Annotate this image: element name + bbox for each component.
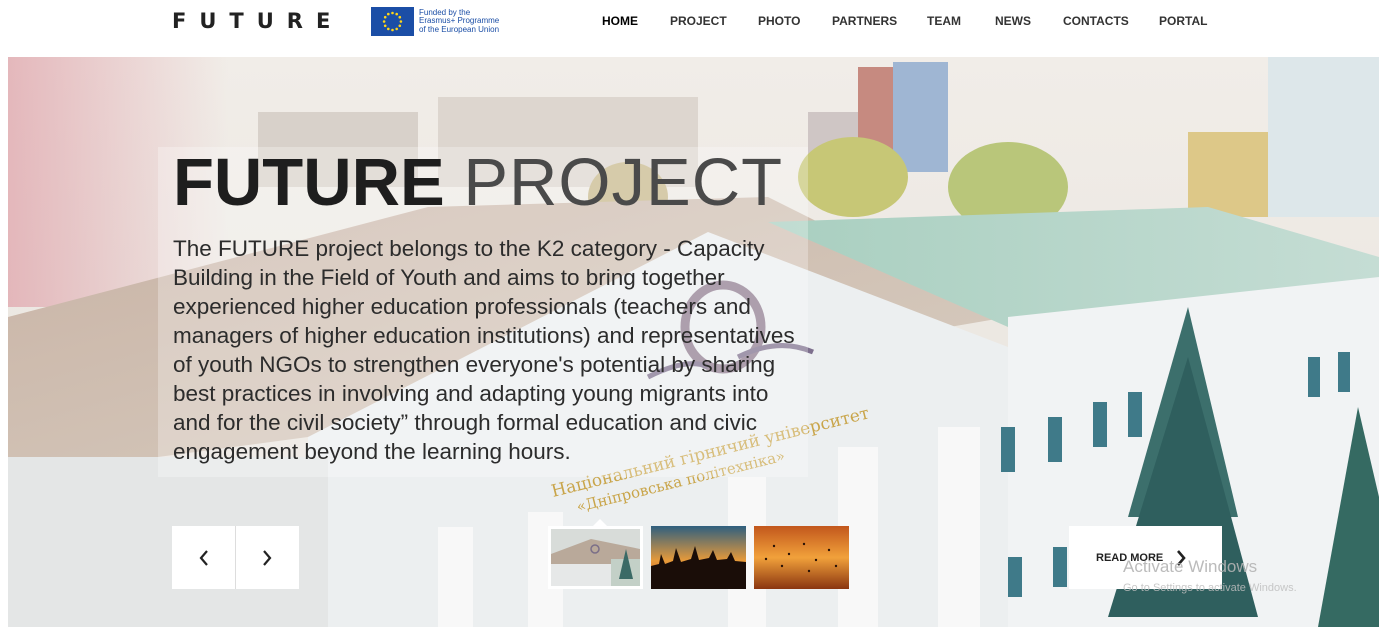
eu-funding-badge: Funded by the Erasmus+ Programme of the … bbox=[371, 7, 499, 36]
nav-project[interactable]: PROJECT bbox=[670, 14, 727, 28]
chevron-left-icon bbox=[199, 549, 208, 566]
nav-photo[interactable]: PHOTO bbox=[758, 14, 800, 28]
slider-arrows bbox=[172, 526, 299, 589]
hero-description: The FUTURE project belongs to the K2 cat… bbox=[173, 236, 795, 464]
activate-windows-title: Activate Windows bbox=[1123, 557, 1258, 576]
eu-line-3: of the European Union bbox=[419, 24, 500, 34]
nav-news[interactable]: NEWS bbox=[995, 14, 1031, 28]
site-header: FUTURE Funded by the Erasmus+ Programme … bbox=[0, 0, 1385, 56]
hero-title-thin: PROJECT bbox=[463, 145, 784, 220]
slider-prev-button[interactable] bbox=[172, 526, 235, 589]
slider-next-button[interactable] bbox=[235, 526, 298, 589]
nav-team[interactable]: TEAM bbox=[927, 14, 961, 28]
activate-windows-subtitle: Go to Settings to activate Windows. bbox=[1123, 582, 1297, 594]
thumbnail-university-building[interactable] bbox=[548, 526, 643, 589]
nav-home[interactable]: HOME bbox=[602, 14, 638, 28]
nav-contacts[interactable]: CONTACTS bbox=[1063, 14, 1129, 28]
site-logo[interactable]: FUTURE bbox=[172, 9, 343, 33]
thumbnail-crowd-sunset[interactable] bbox=[651, 526, 746, 589]
eu-flag-icon bbox=[371, 7, 414, 36]
hero-slider: Національний гірничий університет «Дніпр… bbox=[8, 57, 1379, 627]
hero-title: FUTURE PROJECT bbox=[173, 145, 783, 221]
thumbnail-birds-sunset[interactable] bbox=[754, 526, 849, 589]
hero-title-bold: FUTURE bbox=[173, 145, 445, 220]
nav-partners[interactable]: PARTNERS bbox=[832, 14, 897, 28]
chevron-right-icon bbox=[263, 549, 272, 566]
eu-funding-text: Funded by the Erasmus+ Programme of the … bbox=[419, 8, 500, 35]
slider-thumbnails bbox=[548, 526, 849, 589]
nav-portal[interactable]: PORTAL bbox=[1159, 14, 1207, 28]
